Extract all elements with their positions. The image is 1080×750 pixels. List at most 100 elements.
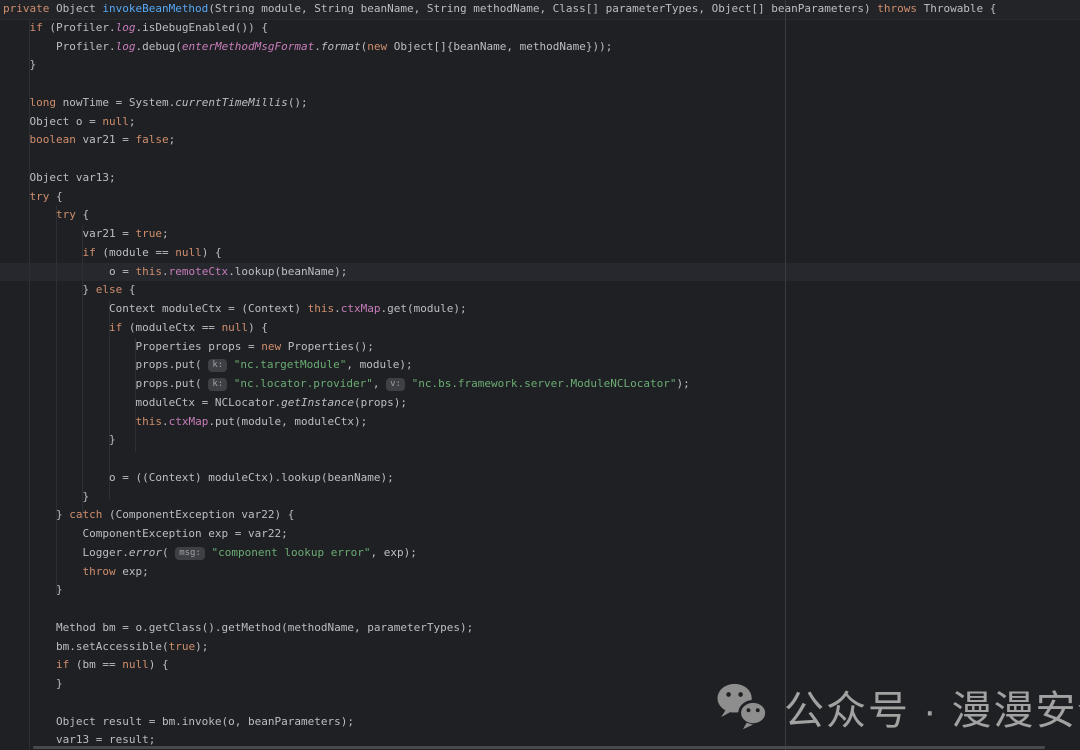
code-token: Throwable { <box>917 2 996 15</box>
code-token: log <box>116 40 136 53</box>
inlay-hint: v: <box>386 378 405 391</box>
code-token: (props); <box>354 396 407 409</box>
code-token: .put(module, moduleCtx); <box>208 415 367 428</box>
code-token: ; <box>169 133 176 146</box>
code-token: new <box>261 340 281 353</box>
code-token: props.put( <box>3 358 208 371</box>
code-token: (moduleCtx == <box>122 321 221 334</box>
code-line: try { <box>0 206 1080 225</box>
code-token: log <box>116 21 136 34</box>
code-token: throw <box>82 565 115 578</box>
code-token: currentTimeMillis <box>175 96 288 109</box>
code-line <box>0 75 1080 94</box>
code-token: Method bm = o.getClass().getMethod(metho… <box>3 621 473 634</box>
code-line: if (Profiler.log.isDebugEnabled()) { <box>0 19 1080 38</box>
code-line: Context moduleCtx = (Context) this.ctxMa… <box>0 300 1080 319</box>
code-line <box>0 150 1080 169</box>
code-token <box>3 190 30 203</box>
code-token: null <box>102 115 129 128</box>
code-token <box>3 21 30 34</box>
code-line: long nowTime = System.currentTimeMillis(… <box>0 94 1080 113</box>
code-line: } <box>0 56 1080 75</box>
code-line: } <box>0 581 1080 600</box>
code-line: bm.setAccessible(true); <box>0 638 1080 657</box>
code-token: , <box>373 377 386 390</box>
code-token: Object[]{beanName, methodName})); <box>387 40 612 53</box>
code-token: if <box>109 321 122 334</box>
code-token: if <box>30 21 43 34</box>
code-token: (Profiler. <box>43 21 116 34</box>
code-token: ctxMap <box>169 415 209 428</box>
code-token: catch <box>69 508 102 521</box>
code-token: ; <box>162 227 169 240</box>
code-token: null <box>175 246 202 259</box>
code-token: .get(module); <box>381 302 467 315</box>
code-token: ) { <box>248 321 268 334</box>
code-token: exp; <box>116 565 149 578</box>
code-line <box>0 600 1080 619</box>
code-token: o = <box>3 265 135 278</box>
code-token: enterMethodMsgFormat <box>182 40 314 53</box>
code-token: { <box>76 208 89 221</box>
watermark-text: 公众号 · 漫漫安全路 <box>784 678 1080 736</box>
code-token: .isDebugEnabled()) { <box>135 21 267 34</box>
code-line: private Object invokeBeanMethod(String m… <box>0 0 1080 19</box>
watermark: 公众号 · 漫漫安全路 <box>714 678 1080 736</box>
code-token <box>3 658 56 671</box>
code-line: props.put( k: "nc.targetModule", module)… <box>0 356 1080 375</box>
code-token: { <box>122 283 135 296</box>
code-editor[interactable]: private Object invokeBeanMethod(String m… <box>0 0 1080 750</box>
code-token: } <box>3 508 69 521</box>
code-token: var13 = result; <box>3 733 155 746</box>
inlay-hint: k: <box>208 359 227 372</box>
code-line: o = ((Context) moduleCtx).lookup(beanNam… <box>0 469 1080 488</box>
code-line <box>0 450 1080 469</box>
code-token: Object result = bm.invoke(o, beanParamet… <box>3 715 354 728</box>
code-token: ; <box>129 115 136 128</box>
code-line: boolean var21 = false; <box>0 131 1080 150</box>
code-token: } <box>3 433 116 446</box>
code-token: Object <box>49 2 102 15</box>
code-token: (bm == <box>69 658 122 671</box>
code-token: if <box>56 658 69 671</box>
code-token: Object o = <box>3 115 102 128</box>
code-token: } <box>3 677 63 690</box>
code-token: "component lookup error" <box>212 546 371 559</box>
code-token: . <box>314 40 321 53</box>
code-token: Profiler. <box>3 40 116 53</box>
code-line: } <box>0 431 1080 450</box>
code-line: Logger.error( msg: "component lookup err… <box>0 544 1080 563</box>
code-token: try <box>56 208 76 221</box>
code-line: } <box>0 488 1080 507</box>
code-line: throw exp; <box>0 563 1080 582</box>
code-token: invokeBeanMethod <box>102 2 208 15</box>
code-token: format <box>321 40 361 53</box>
code-token: this <box>135 415 162 428</box>
code-token: boolean <box>30 133 76 146</box>
ide-editor-area[interactable]: private Object invokeBeanMethod(String m… <box>0 0 1080 750</box>
code-token: .debug( <box>135 40 181 53</box>
code-line: try { <box>0 188 1080 207</box>
code-token: false <box>135 133 168 146</box>
code-token: long <box>30 96 57 109</box>
code-token: ComponentException exp = var22; <box>3 527 288 540</box>
code-token: Properties(); <box>281 340 374 353</box>
code-line: if (module == null) { <box>0 244 1080 263</box>
code-token: ) { <box>202 246 222 259</box>
code-line: } catch (ComponentException var22) { <box>0 506 1080 525</box>
code-line: Method bm = o.getClass().getMethod(metho… <box>0 619 1080 638</box>
code-token: remoteCtx <box>169 265 229 278</box>
code-token: .lookup(beanName); <box>228 265 347 278</box>
code-token: try <box>30 190 50 203</box>
code-token: new <box>367 40 387 53</box>
code-token: . <box>162 265 169 278</box>
code-line: Properties props = new Properties(); <box>0 338 1080 357</box>
code-token: } <box>3 58 36 71</box>
code-line: } else { <box>0 281 1080 300</box>
code-token: bm.setAccessible( <box>3 640 169 653</box>
code-token: ) { <box>149 658 169 671</box>
horizontal-scrollbar-thumb[interactable] <box>33 746 1045 749</box>
code-line: Profiler.log.debug(enterMethodMsgFormat.… <box>0 38 1080 57</box>
code-token: null <box>222 321 249 334</box>
code-token: throws <box>877 2 917 15</box>
